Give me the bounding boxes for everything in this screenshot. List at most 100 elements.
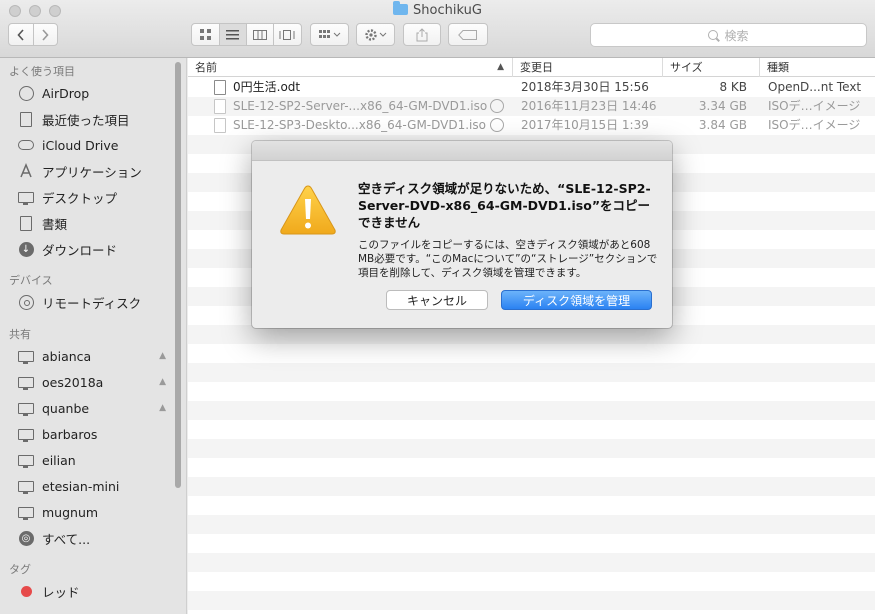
disk-image-icon <box>214 118 226 133</box>
dialog-message: このファイルをコピーするには、空きディスク領域があと608 MB必要です。“この… <box>358 239 658 279</box>
sidebar-item-label: oes2018a <box>42 374 104 390</box>
tag-icon <box>458 29 477 40</box>
window-toolbar: ShochikuG 検索 <box>0 0 875 58</box>
column-size-label: サイズ <box>670 61 703 74</box>
sidebar-item-eilian[interactable]: eilian <box>18 449 178 471</box>
empty-row <box>188 553 875 572</box>
sidebar-item-barbaros[interactable]: barbaros <box>18 423 178 445</box>
gear-icon <box>364 28 386 41</box>
computer-icon <box>18 504 34 520</box>
recents-icon <box>18 111 34 127</box>
sidebar-item-label: アプリケーション <box>42 164 142 180</box>
cover-flow-icon <box>279 29 295 40</box>
view-mode-control <box>191 23 302 46</box>
tag-button[interactable] <box>448 23 488 46</box>
empty-row <box>188 477 875 496</box>
chevron-left-icon <box>17 28 24 41</box>
window-title-text: ShochikuG <box>413 3 482 18</box>
manage-disk-space-button[interactable]: ディスク領域を管理 <box>501 290 652 310</box>
documents-icon <box>18 215 34 231</box>
sidebar-item-oes2018a[interactable]: oes2018a ▲ <box>18 371 178 393</box>
disc-icon <box>18 294 34 310</box>
share-button[interactable] <box>403 23 441 46</box>
document-icon <box>214 80 226 95</box>
shared-header: 共有 <box>9 328 31 341</box>
empty-row <box>188 591 875 610</box>
file-modified: 2018年3月30日 15:56 <box>521 80 649 94</box>
sidebar-item-label: mugnum <box>42 504 99 520</box>
warning-icon <box>280 185 336 235</box>
computer-icon <box>18 478 34 494</box>
sidebar-item-tag-red[interactable]: レッド <box>18 580 178 602</box>
sidebar-item-quanbe[interactable]: quanbe ▲ <box>18 397 178 419</box>
icon-view-icon <box>199 29 211 40</box>
airdrop-icon <box>18 85 34 101</box>
sidebar-item-recents[interactable]: 最近使った項目 <box>18 108 178 130</box>
computer-icon <box>18 400 34 416</box>
eject-icon[interactable]: ▲ <box>159 403 166 413</box>
column-kind-header[interactable]: 種類 <box>759 58 875 77</box>
sidebar-item-applications[interactable]: アプリケーション <box>18 160 178 182</box>
back-button[interactable] <box>9 24 34 45</box>
arrange-button[interactable] <box>310 23 349 46</box>
column-name-header[interactable]: 名前 ▲ <box>188 58 512 77</box>
sidebar-item-label: ダウンロード <box>42 242 118 258</box>
sidebar-item-label: 書類 <box>42 216 68 232</box>
sidebar-item-label: デスクトップ <box>42 190 118 206</box>
file-name: SLE-12-SP2-Server-...x86_64-GM-DVD1.iso <box>233 99 488 113</box>
sidebar: よく使う項目 AirDrop 最近使った項目 iCloud Drive アプリケ… <box>0 58 187 614</box>
sidebar-item-all[interactable]: ◎ すべて... <box>18 527 178 549</box>
sidebar-item-icloud-drive[interactable]: iCloud Drive <box>18 134 178 156</box>
column-kind-label: 種類 <box>767 61 789 74</box>
empty-row <box>188 401 875 420</box>
column-size-header[interactable]: サイズ <box>662 58 759 77</box>
forward-button[interactable] <box>34 24 58 45</box>
sidebar-item-downloads[interactable]: ↓ ダウンロード <box>18 238 178 260</box>
column-view-button[interactable] <box>247 24 274 45</box>
sidebar-item-mugnum[interactable]: mugnum <box>18 501 178 523</box>
cloud-icon <box>18 137 34 153</box>
sidebar-item-label: リモートディスク <box>42 295 142 311</box>
sidebar-item-remote-disc[interactable]: リモートディスク <box>18 291 178 313</box>
copy-progress-icon <box>490 118 504 132</box>
sidebar-item-etesian-mini[interactable]: etesian-mini <box>18 475 178 497</box>
sidebar-item-label: quanbe <box>42 400 90 416</box>
window-title: ShochikuG <box>0 1 875 18</box>
file-size: 3.84 GB <box>698 118 747 132</box>
chevron-right-icon <box>42 28 49 41</box>
icon-view-button[interactable] <box>192 24 220 45</box>
list-view-button[interactable] <box>219 24 247 45</box>
sidebar-item-desktop[interactable]: デスクトップ <box>18 186 178 208</box>
search-field[interactable]: 検索 <box>590 23 867 47</box>
file-kind: OpenD...nt Text <box>768 80 862 94</box>
eject-icon[interactable]: ▲ <box>159 377 166 387</box>
table-row[interactable]: SLE-12-SP3-Deskto...x86_64-GM-DVD1.iso 2… <box>188 116 875 135</box>
column-modified-label: 変更日 <box>520 61 553 74</box>
computer-icon <box>18 374 34 390</box>
sidebar-item-label: AirDrop <box>42 85 90 101</box>
action-button[interactable] <box>356 23 395 46</box>
sidebar-item-label: 最近使った項目 <box>42 112 130 128</box>
sidebar-item-label: barbaros <box>42 426 98 442</box>
file-name: SLE-12-SP3-Deskto...x86_64-GM-DVD1.iso <box>233 118 486 132</box>
file-modified: 2017年10月15日 1:39 <box>521 118 649 132</box>
column-header: 名前 ▲ 変更日 サイズ 種類 <box>188 58 875 77</box>
computer-icon <box>18 348 34 364</box>
empty-row <box>188 515 875 534</box>
file-size: 3.34 GB <box>698 99 747 113</box>
favorites-header: よく使う項目 <box>9 65 75 78</box>
sidebar-item-documents[interactable]: 書類 <box>18 212 178 234</box>
cancel-button[interactable]: キャンセル <box>386 290 488 310</box>
column-modified-header[interactable]: 変更日 <box>512 58 662 77</box>
folder-icon <box>393 1 409 15</box>
share-icon <box>416 27 428 41</box>
cover-flow-button[interactable] <box>274 24 301 45</box>
table-row[interactable]: 0円生活.odt 2018年3月30日 15:56 8 KB OpenD...n… <box>188 78 875 97</box>
sidebar-item-abianca[interactable]: abianca ▲ <box>18 345 178 367</box>
sidebar-item-label: abianca <box>42 348 92 364</box>
table-row[interactable]: SLE-12-SP2-Server-...x86_64-GM-DVD1.iso … <box>188 97 875 116</box>
eject-icon[interactable]: ▲ <box>159 351 166 361</box>
sidebar-scrollbar[interactable] <box>175 62 181 488</box>
empty-row <box>188 439 875 458</box>
sidebar-item-airdrop[interactable]: AirDrop <box>18 82 178 104</box>
